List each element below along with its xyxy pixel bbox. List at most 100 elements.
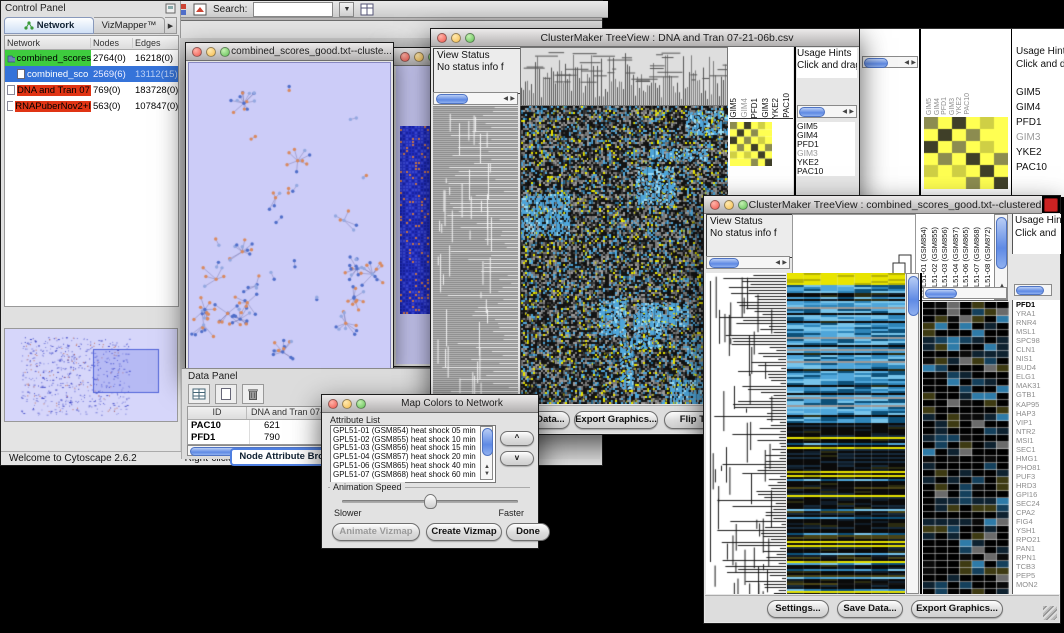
gene-tree-canvas[interactable] (433, 106, 518, 404)
scroll-thumb[interactable] (996, 217, 1007, 269)
gene-label[interactable]: PEP5 (1016, 571, 1060, 580)
treeview2-hscrollbar-zoom[interactable] (923, 287, 1007, 299)
close-button[interactable] (192, 47, 202, 57)
treeview2-array-tree-area[interactable] (792, 214, 916, 274)
treeview1-titlebar[interactable]: ClusterMaker TreeView : DNA and Tran 07-… (431, 29, 859, 47)
col-header-nodes[interactable]: Nodes (91, 38, 133, 48)
resize-grip[interactable] (1043, 606, 1057, 620)
float-panel-icon[interactable] (165, 3, 176, 14)
animate-vizmap-button[interactable]: Animate Vizmap (332, 523, 420, 541)
treeview2-gene-dendrogram[interactable] (706, 273, 786, 594)
gene-label[interactable]: GIM3 (1016, 130, 1062, 145)
delete-attribute-trash-icon[interactable] (242, 384, 264, 404)
birdseye-view[interactable] (4, 328, 178, 422)
attribute-table-icon[interactable] (188, 384, 210, 404)
network-canvas[interactable] (189, 63, 388, 368)
gene-label[interactable]: SEC1 (1016, 445, 1060, 454)
scroll-right-icon[interactable]: ▶ (911, 60, 916, 66)
attribute-listbox[interactable]: GPL51-01 (GSM854) heat shock 05 minGPL51… (330, 425, 496, 483)
gene-label[interactable]: FIG4 (1016, 517, 1060, 526)
gene-label[interactable]: MAK31 (1016, 381, 1060, 390)
gene-label[interactable]: GIM3 (797, 149, 855, 158)
scroll-thumb[interactable] (436, 94, 468, 104)
gene-label[interactable]: NTR2 (1016, 427, 1060, 436)
gene-label[interactable]: SPC98 (1016, 336, 1060, 345)
treeview1-hscrollbar-right[interactable]: ◀ ▶ (797, 105, 857, 118)
gene-label[interactable]: PFD1 (1016, 300, 1060, 309)
export-graphics-button[interactable]: Export Graphics... (911, 600, 1003, 618)
scroll-thumb[interactable] (799, 107, 825, 117)
network-row[interactable]: DNA and Tran 07 769(0) 183728(0) (5, 82, 178, 98)
tab-overflow-button[interactable]: ▶ (165, 17, 177, 34)
network-row[interactable]: RNAPuberNov2+I 563(0) 107847(0) (5, 98, 178, 114)
tab-vizmapper[interactable]: VizMapper™ (94, 17, 165, 34)
scroll-right-icon[interactable]: ▶ (782, 260, 787, 266)
network-view-canvas-area[interactable] (188, 62, 391, 371)
treeview2-hscrollbar-left[interactable]: ◀ ▶ (706, 256, 790, 269)
gene-label[interactable]: YKE2 (1016, 145, 1062, 160)
gene-label[interactable]: SEC24 (1016, 499, 1060, 508)
scroll-thumb[interactable] (1016, 286, 1044, 295)
zoom-heatmap-canvas[interactable] (923, 302, 1009, 594)
gene-label[interactable]: YRA1 (1016, 309, 1060, 318)
gene-label[interactable]: GTB1 (1016, 390, 1060, 399)
annotation-icon[interactable] (193, 3, 207, 16)
gene-label[interactable]: GIM4 (797, 131, 855, 140)
gene-label[interactable]: RPN1 (1016, 553, 1060, 562)
save-data-button[interactable]: Save Data... (837, 600, 903, 618)
minimize-button[interactable] (206, 47, 216, 57)
scroll-thumb[interactable] (864, 58, 888, 68)
gene-label[interactable]: CPA2 (1016, 508, 1060, 517)
gene-label[interactable]: PUF3 (1016, 472, 1060, 481)
scroll-thumb[interactable] (925, 289, 957, 298)
zoom-button[interactable] (465, 33, 475, 43)
gene-label[interactable]: PAC10 (797, 167, 855, 176)
gene-label[interactable]: GIM4 (1016, 100, 1062, 115)
tab-network[interactable]: Network (4, 17, 94, 34)
gene-label[interactable]: NIS1 (1016, 354, 1060, 363)
scroll-up-icon[interactable]: ▲ (484, 464, 490, 470)
treeview2-zoom-heatmap[interactable] (923, 302, 1009, 594)
treeview1-zoom-matrix[interactable] (730, 122, 772, 166)
close-button[interactable] (710, 200, 720, 210)
create-vizmap-button[interactable]: Create Vizmap (426, 523, 502, 541)
zoom-button[interactable] (356, 399, 366, 409)
zoom-button[interactable] (738, 200, 748, 210)
attribute-item[interactable]: GPL51-07 (GSM868) heat shock 60 min (333, 471, 493, 480)
gene-label[interactable]: YKE2 (797, 158, 855, 167)
table-import-icon[interactable] (360, 3, 374, 16)
attribute-list-vscrollbar[interactable]: ▲ ▼ (480, 426, 493, 480)
gene-label[interactable]: PHO81 (1016, 463, 1060, 472)
fragment-zoom-matrix[interactable] (924, 117, 1008, 189)
array-tree-canvas[interactable] (521, 48, 727, 105)
minimize-button[interactable] (342, 399, 352, 409)
scroll-thumb[interactable] (908, 276, 919, 316)
settings-button[interactable]: Settings... (767, 600, 829, 618)
close-button[interactable] (437, 33, 447, 43)
gene-label[interactable]: RPO21 (1016, 535, 1060, 544)
gene-label[interactable]: PFD1 (1016, 115, 1062, 130)
close-button[interactable] (400, 52, 410, 62)
scroll-right-icon[interactable]: ▶ (510, 96, 515, 102)
gene-label[interactable]: KAP95 (1016, 400, 1060, 409)
minimize-button[interactable] (414, 52, 424, 62)
gene-label[interactable]: HRD3 (1016, 481, 1060, 490)
treeview1-array-dendrogram[interactable] (520, 47, 728, 106)
gene-label[interactable]: VIP1 (1016, 418, 1060, 427)
move-up-button[interactable]: ^ (500, 431, 534, 446)
scroll-left-icon[interactable]: ◀ (503, 96, 508, 102)
gene-label[interactable]: PFD1 (797, 140, 855, 149)
scroll-left-icon[interactable]: ◀ (842, 109, 847, 115)
scroll-left-icon[interactable]: ◀ (775, 260, 780, 266)
gene-label[interactable]: YSH1 (1016, 526, 1060, 535)
col-header-edges[interactable]: Edges (133, 38, 178, 48)
yellow-matrix-canvas[interactable] (924, 117, 1008, 189)
new-attribute-icon[interactable] (215, 384, 237, 404)
speed-slider-thumb[interactable] (424, 494, 437, 509)
treeview2-heatmap[interactable] (787, 273, 905, 594)
network-view-titlebar[interactable]: combined_scores_good.txt--cluste... (186, 43, 393, 61)
gene-tree-canvas[interactable] (706, 273, 786, 594)
scroll-left-icon[interactable]: ◀ (904, 60, 909, 66)
gene-label[interactable]: MON2 (1016, 580, 1060, 589)
gene-label[interactable]: CLN1 (1016, 345, 1060, 354)
